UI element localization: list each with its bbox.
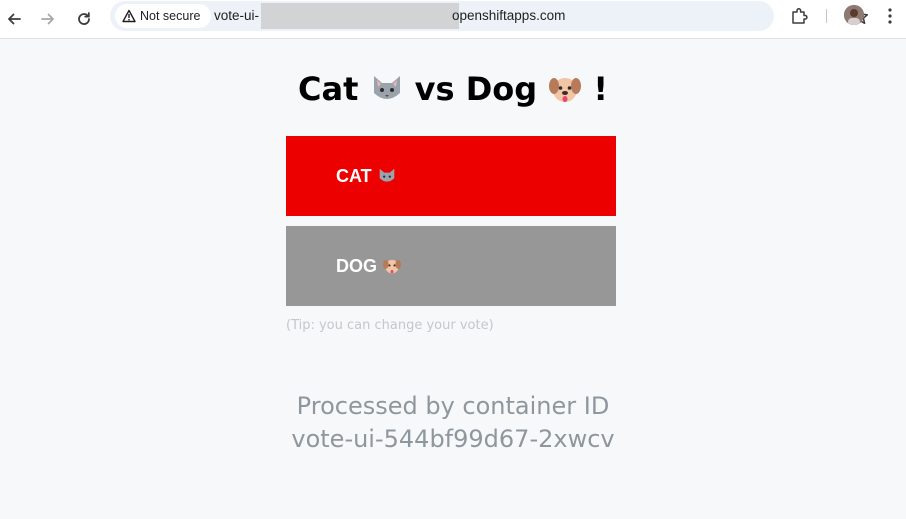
forward-button[interactable] [34, 5, 62, 33]
url-text-prefix: vote-ui- [214, 8, 260, 23]
back-button[interactable] [0, 5, 28, 33]
browser-toolbar: Not secure vote-ui- openshiftapps.com [0, 0, 906, 39]
url-redaction [261, 3, 459, 29]
reload-icon [78, 12, 90, 25]
container-id-value: vote-ui-544bf99d67-2xwcv [291, 425, 615, 453]
address-bar[interactable]: Not secure vote-ui- openshiftapps.com [110, 1, 869, 31]
cat-emoji-icon [373, 76, 400, 99]
cat-emoji-icon [379, 168, 394, 182]
dog-emoji-icon [549, 78, 582, 102]
vote-cat-label: CAT [336, 166, 397, 187]
vote-cat-button[interactable]: CAT [286, 136, 616, 216]
vote-dog-label: DOG [336, 256, 402, 277]
reload-button[interactable] [70, 5, 98, 33]
vote-dog-button[interactable]: DOG [286, 226, 616, 306]
extension-puzzle-icon[interactable] [790, 6, 810, 26]
processed-by-label: Processed by container ID [296, 392, 610, 420]
security-indicator[interactable]: Not secure [115, 4, 211, 28]
title-vs-dog-text: vs Dog [414, 70, 538, 108]
title-bang-text: ! [593, 70, 609, 108]
kebab-menu-icon[interactable] [882, 6, 898, 26]
dog-emoji-icon [383, 259, 402, 274]
security-label: Not secure [140, 9, 201, 23]
back-arrow-icon [8, 13, 21, 25]
profile-avatar[interactable] [844, 5, 864, 25]
forward-arrow-icon [41, 13, 54, 25]
title-cat-text: Cat [297, 70, 359, 108]
toolbar-divider [826, 9, 827, 23]
page-title: Cat vs Dog ! [0, 70, 906, 108]
url-text-suffix: openshiftapps.com [452, 8, 566, 23]
container-id-info: Processed by container ID vote-ui-544bf9… [0, 390, 906, 456]
vote-tip: (Tip: you can change your vote) [286, 318, 494, 333]
warning-icon [122, 9, 136, 23]
